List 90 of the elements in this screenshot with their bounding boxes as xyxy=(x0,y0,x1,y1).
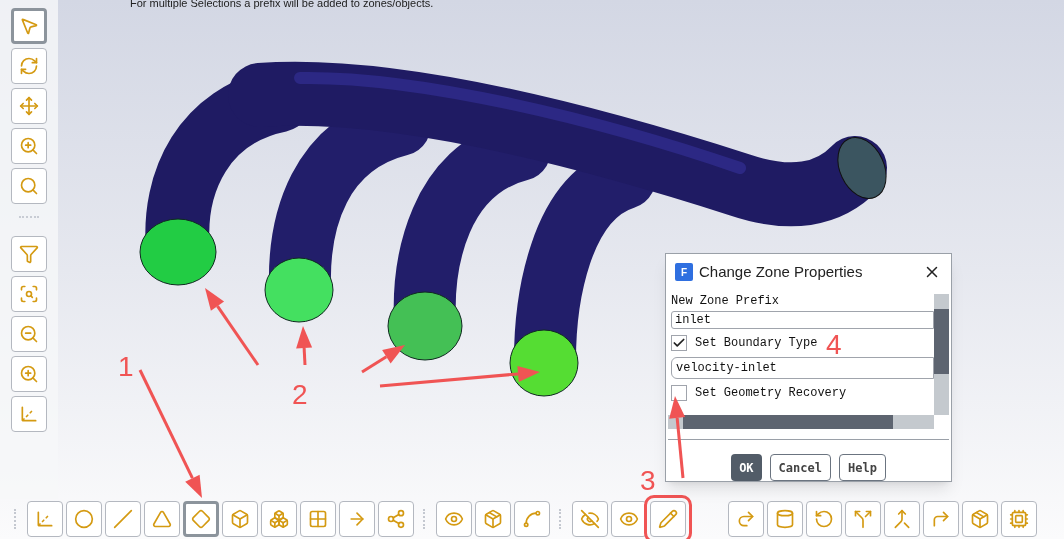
rotate-icon xyxy=(19,56,39,76)
toolbar-button[interactable] xyxy=(767,501,803,537)
toolbar-button[interactable] xyxy=(923,501,959,537)
dialog-button[interactable]: Cancel xyxy=(769,454,831,481)
pencil-icon xyxy=(658,509,678,529)
toolbar-button[interactable] xyxy=(436,501,472,537)
hint-text: For multiple Selections a prefix will be added to zones/objects. xyxy=(130,0,435,9)
dialog-button[interactable]: OK xyxy=(731,454,762,481)
nodes-icon xyxy=(386,509,406,529)
toolbar-button[interactable] xyxy=(845,501,881,537)
toolbar-button[interactable] xyxy=(11,316,47,352)
toolbar-button[interactable] xyxy=(105,501,141,537)
pan-icon xyxy=(19,96,39,116)
vertical-scrollbar[interactable] xyxy=(934,294,949,415)
eye-icon xyxy=(444,509,464,529)
box-icon xyxy=(483,509,503,529)
inlet-face xyxy=(264,257,334,323)
toolbar-button[interactable] xyxy=(11,8,47,44)
toolbar-button[interactable] xyxy=(11,356,47,392)
toolbar-button[interactable] xyxy=(378,501,414,537)
prefix-field[interactable]: inlet xyxy=(671,311,934,329)
horizontal-scrollbar[interactable] xyxy=(668,415,934,429)
cubes-icon xyxy=(269,509,289,529)
toolbar-button[interactable] xyxy=(884,501,920,537)
annotation-number: 4 xyxy=(826,329,842,360)
eye-off-icon xyxy=(580,509,600,529)
corner-arrow-icon xyxy=(931,509,951,529)
annotation-arrow xyxy=(296,326,313,366)
toolbar-button[interactable] xyxy=(611,501,647,537)
toolbar-button[interactable] xyxy=(261,501,297,537)
toolbar-button[interactable] xyxy=(728,501,764,537)
annotation-number: 2 xyxy=(292,379,308,410)
grid-icon xyxy=(308,509,328,529)
chip-icon xyxy=(1009,509,1029,529)
toolbar-button[interactable] xyxy=(27,501,63,537)
toolbar-button[interactable] xyxy=(11,48,47,84)
toolbar-button[interactable] xyxy=(339,501,375,537)
annotation-number: 3 xyxy=(640,465,656,496)
checkbox-label: Set Boundary Type xyxy=(695,335,818,352)
toolbar-button[interactable] xyxy=(514,501,550,537)
toolbar-button[interactable] xyxy=(962,501,998,537)
pointer-icon xyxy=(19,16,39,36)
box-icon xyxy=(970,509,990,529)
toolbar-button[interactable] xyxy=(1001,501,1037,537)
toolbar-button[interactable] xyxy=(475,501,511,537)
check-icon xyxy=(672,336,686,350)
toolbar-button[interactable] xyxy=(11,168,47,204)
toolbar-button[interactable] xyxy=(11,236,47,272)
dialog-title: Change Zone Properties xyxy=(699,261,864,282)
point-icon xyxy=(74,509,94,529)
magnifier-icon xyxy=(19,176,39,196)
checkbox-label: Set Geometry Recovery xyxy=(695,385,847,402)
toolbar-button[interactable] xyxy=(66,501,102,537)
axes-icon xyxy=(35,509,55,529)
funnel-icon xyxy=(19,244,39,264)
spline-icon xyxy=(522,509,542,529)
toolbar-button[interactable] xyxy=(183,501,219,537)
toolbar-button[interactable] xyxy=(11,88,47,124)
eye-icon xyxy=(619,509,639,529)
cube-icon xyxy=(230,509,250,529)
line-icon xyxy=(113,509,133,529)
zoom-box-icon xyxy=(19,284,39,304)
toolbar-button[interactable] xyxy=(806,501,842,537)
checkbox[interactable] xyxy=(671,335,687,351)
face-icon xyxy=(191,509,211,529)
toolbar-button[interactable] xyxy=(144,501,180,537)
zoom-out-icon xyxy=(19,324,39,344)
cylinder-icon xyxy=(775,509,795,529)
split-icon xyxy=(853,509,873,529)
toolbar-button[interactable] xyxy=(11,128,47,164)
boundary-type-dropdown[interactable]: velocity-inlet xyxy=(671,357,934,379)
redo-icon xyxy=(736,509,756,529)
toolbar-button[interactable] xyxy=(11,276,47,312)
app-logo: F xyxy=(675,263,693,281)
checkbox[interactable] xyxy=(671,385,687,401)
rotate-icon xyxy=(814,509,834,529)
zoom-icon xyxy=(19,136,39,156)
toolbar-button[interactable] xyxy=(300,501,336,537)
toolbar-button[interactable] xyxy=(222,501,258,537)
axes-icon xyxy=(19,404,39,424)
outlet-face xyxy=(837,137,887,199)
dialog-button[interactable]: Help xyxy=(838,454,886,481)
toolbar-button[interactable] xyxy=(572,501,608,537)
field-label: New Zone Prefix xyxy=(671,294,781,308)
toolbar-button[interactable] xyxy=(11,396,47,432)
inlet-face xyxy=(509,329,579,397)
merge-icon xyxy=(892,509,912,529)
annotation-number: 1 xyxy=(118,351,134,382)
triangle-icon xyxy=(152,509,172,529)
zoom-in-icon xyxy=(19,364,39,384)
